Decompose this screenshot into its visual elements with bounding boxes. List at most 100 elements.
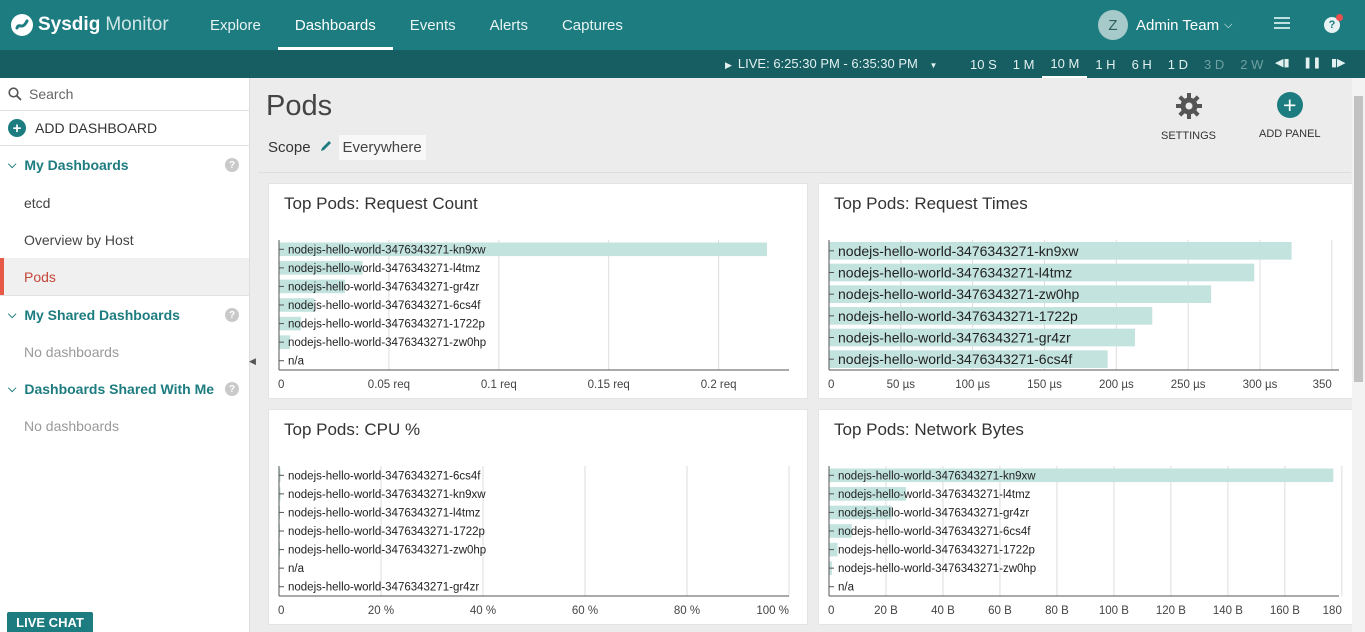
time-navigation-bar: ▶ LIVE: 6:25:30 PM - 6:35:30 PM ▼ 10 S1 M… [0,50,1365,78]
x-tick-label: 0 [828,379,834,391]
my-shared-dashboards-title: My Shared Dashboards [24,307,180,323]
nav-events[interactable]: Events [393,0,473,50]
live-time-selector[interactable]: ▶ LIVE: 6:25:30 PM - 6:35:30 PM ▼ [725,56,937,71]
category-label: nodejs-hello-world-3476343271-gr4zr [288,281,479,293]
x-tick-label: 0 [828,605,834,617]
my-dashboards-title: My Dashboards [24,157,129,173]
category-label: nodejs-hello-world-3476343271-l4tmz [838,489,1031,501]
scope-value[interactable]: Everywhere [338,135,426,160]
category-label: nodejs-hello-world-3476343271-6cs4f [838,526,1031,538]
page-title: Pods [266,90,333,122]
help-circle-icon[interactable]: ? [225,382,239,396]
category-label: nodejs-hello-world-3476343271-kn9xw [288,489,486,501]
category-label: nodejs-hello-world-3476343271-1722p [288,319,485,331]
x-tick-label: 150 µs [1027,379,1062,391]
settings-button[interactable]: SETTINGS [1161,92,1216,142]
request-count-chart: nodejs-hello-world-3476343271-kn9xw nodej… [278,240,789,391]
time-range-10m[interactable]: 10 M [1042,50,1088,78]
x-tick-label: 350 [1313,379,1332,391]
avatar: Z [1098,10,1128,40]
nav-alerts[interactable]: Alerts [473,0,545,50]
my-shared-dashboards-header[interactable]: ⌵ My Shared Dashboards ? [0,296,249,334]
page-scrollbar[interactable] [1352,78,1365,632]
add-dashboard-button[interactable]: + ADD DASHBOARD [0,111,249,146]
x-tick-label: 120 B [1156,605,1186,617]
brand-name: Sysdig [38,14,101,35]
category-label: nodejs-hello-world-3476343271-6cs4f [838,351,1072,367]
category-label: nodejs-hello-world-3476343271-1722p [288,526,485,538]
category-label: nodejs-hello-world-3476343271-1722p [838,545,1035,557]
x-tick-label: 0.15 req [588,379,630,391]
chevron-down-icon: ⌵ [1224,18,1233,31]
collapse-sidebar-icon[interactable]: ◀ [249,356,256,367]
skip-forward-icon[interactable]: ▮▶ [1331,56,1346,69]
gear-icon [1175,93,1202,119]
nav-captures[interactable]: Captures [545,0,640,50]
x-tick-label: 0 [278,605,284,617]
x-tick-label: 160 B [1270,605,1300,617]
category-label: n/a [288,356,305,368]
help-icon[interactable]: ? [1324,14,1343,33]
time-range-1h[interactable]: 1 H [1087,50,1123,78]
category-label: nodejs-hello-world-3476343271-kn9xw [838,243,1079,259]
x-tick-label: 140 B [1213,605,1243,617]
x-tick-label: 60 B [988,605,1012,617]
notifications-list-icon[interactable] [1274,17,1290,32]
x-tick-label: 0.05 req [368,379,410,391]
shared-with-me-header[interactable]: ⌵ Dashboards Shared With Me ? [0,370,249,408]
play-icon: ▶ [725,60,732,70]
panel-cpu[interactable]: Top Pods: CPU % nodejs-hello-world-34763… [268,409,808,625]
search-icon [8,87,22,101]
dashboard-item[interactable]: Pods [0,258,249,295]
x-tick-label: 180 [1323,605,1342,617]
scrollbar-thumb[interactable] [1354,96,1363,382]
help-circle-icon[interactable]: ? [225,158,239,172]
live-range-label: LIVE: 6:25:30 PM - 6:35:30 PM [737,56,918,71]
time-range-2w[interactable]: 2 W [1232,50,1271,78]
chevron-down-icon: ⌵ [8,382,17,395]
panel-request-count[interactable]: Top Pods: Request Count nodejs-hello-wor… [268,183,808,399]
top-navbar: Sysdig Monitor Explore Dashboards Events Al… [0,0,1365,50]
skip-back-icon[interactable]: ◀▮ [1275,56,1290,69]
product-name: Monitor [105,14,169,35]
x-tick-label: 40 B [931,605,955,617]
nav-explore[interactable]: Explore [193,0,278,50]
x-tick-label: 60 % [572,605,598,617]
live-chat-button[interactable]: LIVE CHAT [7,612,93,632]
panel-request-times[interactable]: Top Pods: Request Times nodejs-hello-wor… [818,183,1358,399]
nav-dashboards[interactable]: Dashboards [277,0,393,50]
time-range-10s[interactable]: 10 S [962,50,1005,78]
category-label: nodejs-hello-world-3476343271-6cs4f [288,300,481,312]
my-dashboards-header[interactable]: ⌵ My Dashboards ? [0,146,249,184]
add-dashboard-label: ADD DASHBOARD [35,120,158,136]
dashboard-item[interactable]: Overview by Host [0,221,249,258]
chevron-down-icon: ⌵ [8,308,17,321]
edit-scope-icon[interactable] [319,139,333,157]
category-label: nodejs-hello-world-3476343271-zw0hp [288,337,486,349]
chevron-down-icon: ⌵ [8,158,17,171]
time-range-6h[interactable]: 6 H [1124,50,1160,78]
x-tick-label: 0.2 req [701,379,737,391]
dashboard-item[interactable]: etcd [0,184,249,221]
pause-icon[interactable]: ❚❚ [1303,56,1321,69]
category-label: nodejs-hello-world-3476343271-gr4zr [838,507,1029,519]
cpu-chart: nodejs-hello-world-3476343271-6cs4f nodej… [278,466,790,617]
panel-network-bytes[interactable]: Top Pods: Network Bytes nodejs-hello-wor… [818,409,1358,625]
x-tick-label: 50 µs [887,379,916,391]
time-range-1m[interactable]: 1 M [1005,50,1043,78]
category-label: nodejs-hello-world-3476343271-l4tmz [838,265,1072,281]
help-circle-icon[interactable]: ? [225,308,239,322]
x-tick-label: 0.1 req [481,379,517,391]
search-placeholder: Search [29,86,74,102]
search-input[interactable]: Search [0,78,249,111]
category-label: nodejs-hello-world-3476343271-1722p [838,308,1078,324]
x-tick-label: 200 µs [1099,379,1134,391]
no-dashboards-text: No dashboards [24,418,119,434]
sysdig-logo[interactable]: Sysdig Monitor [10,13,190,37]
add-panel-label: ADD PANEL [1259,128,1321,140]
time-range-1d[interactable]: 1 D [1160,50,1196,78]
time-range-options: 10 S1 M 10 M1 H6 H1 D3 D2 W [962,50,1271,78]
time-range-3d[interactable]: 3 D [1196,50,1232,78]
user-menu[interactable]: Z Admin Team ⌵ [1098,10,1232,40]
add-panel-button[interactable]: + ADD PANEL [1259,92,1321,140]
